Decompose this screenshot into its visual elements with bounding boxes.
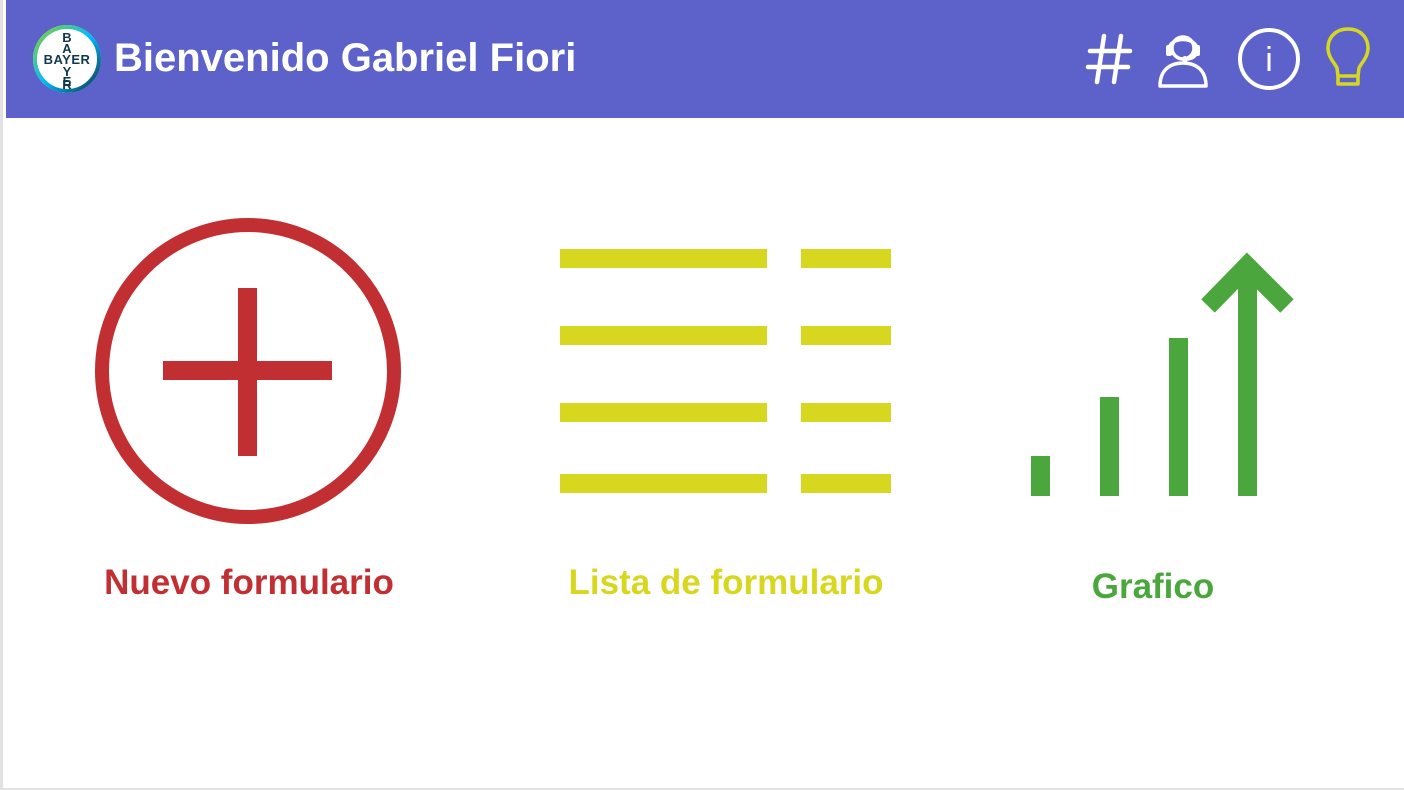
tips-button[interactable] <box>1320 24 1376 92</box>
new-form-label: Nuevo formulario <box>104 563 394 602</box>
bayer-logo-icon: B A E BAYER Y R R <box>30 22 104 96</box>
info-button[interactable]: i <box>1236 26 1302 92</box>
hash-button[interactable] <box>1084 30 1136 88</box>
growth-chart-icon <box>1031 252 1294 496</box>
info-circle-icon: i <box>1238 28 1300 90</box>
lightbulb-icon <box>1326 27 1370 86</box>
hash-icon <box>1085 33 1133 85</box>
support-button[interactable] <box>1154 28 1212 90</box>
plus-circle-icon <box>95 218 401 524</box>
form-list-tile[interactable]: Lista de formulario <box>533 200 919 620</box>
form-list-label: Lista de formulario <box>568 563 884 602</box>
new-form-tile[interactable]: Nuevo formulario <box>63 200 435 620</box>
welcome-title: Bienvenido Gabriel Fiori <box>114 36 577 80</box>
list-icon <box>560 249 891 493</box>
info-label: i <box>1265 41 1273 79</box>
svg-text:R: R <box>62 77 72 92</box>
headset-user-icon <box>1158 35 1208 88</box>
chart-tile[interactable]: Grafico <box>1003 200 1303 620</box>
app-window: B A E BAYER Y R R Bienvenido Gabriel Fio… <box>0 0 1404 790</box>
header-bar: B A E BAYER Y R R Bienvenido Gabriel Fio… <box>6 0 1404 118</box>
chart-label: Grafico <box>1091 567 1215 606</box>
